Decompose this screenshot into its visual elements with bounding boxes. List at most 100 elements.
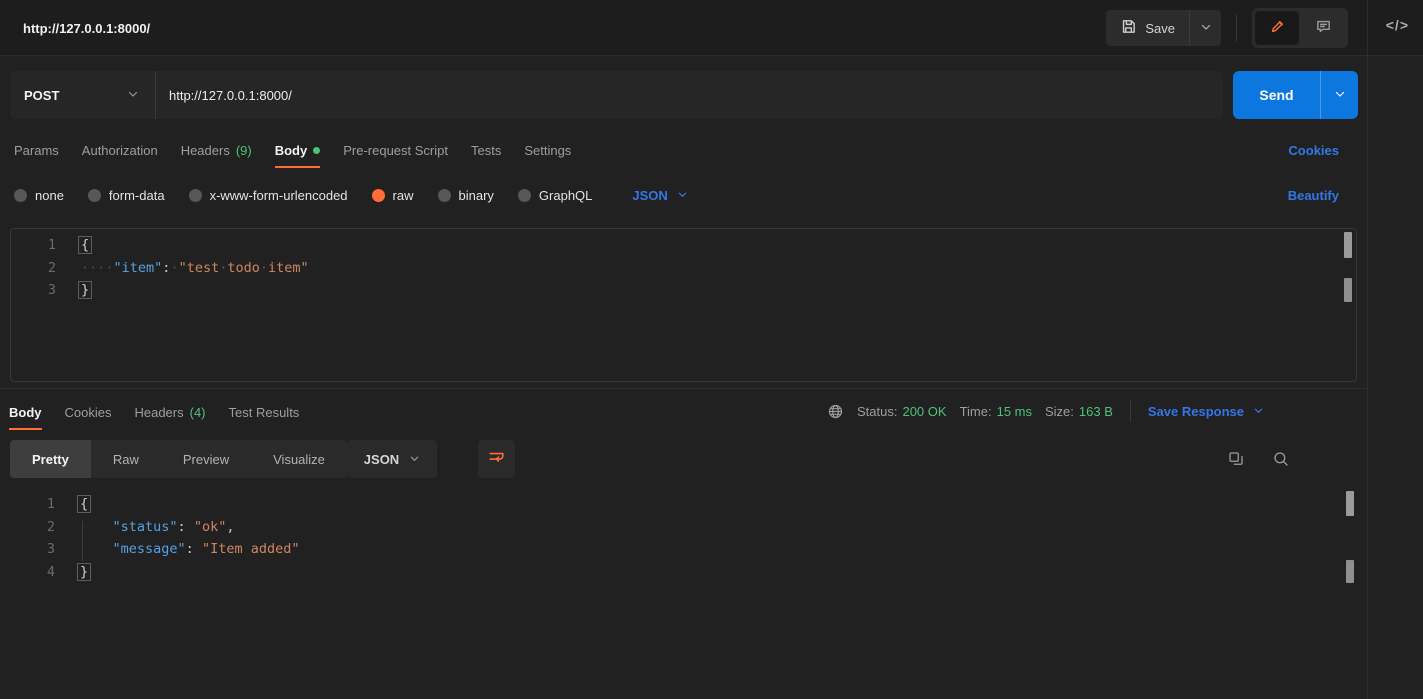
- chevron-down-icon: [677, 188, 688, 203]
- code-line: 1{: [10, 493, 1357, 516]
- send-button[interactable]: Send: [1233, 71, 1320, 119]
- size-field: Size: 163 B: [1045, 403, 1113, 419]
- response-tab-headers[interactable]: Headers (4): [134, 391, 205, 433]
- tab-body[interactable]: Body: [274, 129, 321, 171]
- response-toolbar: Pretty Raw Preview Visualize JSON: [0, 440, 1368, 478]
- mode-raw[interactable]: raw: [371, 188, 414, 203]
- chevron-down-icon: [1253, 404, 1264, 419]
- mode-none[interactable]: none: [14, 188, 64, 203]
- body-modified-dot: [313, 146, 321, 154]
- response-header: Body Cookies Headers (4) Test Results Sta…: [0, 391, 1368, 431]
- url-input[interactable]: http://127.0.0.1:8000/: [156, 88, 1223, 103]
- status-value: 200 OK: [902, 403, 947, 419]
- tab-pre-request-script[interactable]: Pre-request Script: [343, 129, 448, 171]
- time-field: Time: 15 ms: [959, 403, 1032, 419]
- tab-authorization[interactable]: Authorization: [82, 129, 158, 171]
- response-status-bar: Status: 200 OK Time: 15 ms Size: 163 B Save…: [827, 391, 1264, 431]
- pencil-icon: [1269, 18, 1286, 38]
- view-preview[interactable]: Preview: [161, 440, 251, 478]
- editor-scrollbar-marker: [1344, 278, 1352, 302]
- code-line: 1{: [11, 234, 1356, 257]
- chevron-down-icon: [409, 452, 420, 467]
- request-title: http://127.0.0.1:8000/: [23, 20, 151, 36]
- view-raw[interactable]: Raw: [91, 440, 161, 478]
- raw-language-selector[interactable]: JSON: [632, 188, 687, 203]
- save-icon: [1120, 18, 1137, 38]
- response-tabs: Body Cookies Headers (4) Test Results: [9, 391, 299, 431]
- send-options-button[interactable]: [1320, 71, 1358, 119]
- line-number: 4: [46, 564, 55, 581]
- editor-scrollbar-marker: [1346, 560, 1354, 583]
- tab-tests[interactable]: Tests: [471, 129, 501, 171]
- save-button[interactable]: Save: [1106, 10, 1189, 46]
- response-actions: [1227, 440, 1290, 478]
- comments-button[interactable]: [1301, 11, 1345, 45]
- view-pretty[interactable]: Pretty: [10, 440, 91, 478]
- request-tabs: Params Authorization Headers (9) Body Pre…: [0, 129, 1368, 171]
- response-body-editor[interactable]: 1{2 "status": "ok", 3 "message": "Item ad…: [10, 490, 1357, 695]
- editor-scrollbar-thumb[interactable]: [1346, 491, 1354, 516]
- globe-icon[interactable]: [827, 403, 844, 420]
- save-response-button[interactable]: Save Response: [1148, 404, 1264, 419]
- tab-headers[interactable]: Headers (9): [181, 129, 252, 171]
- save-button-group: Save: [1106, 10, 1221, 46]
- code-line: 3 "message": "Item added": [10, 538, 1357, 561]
- size-value: 163 B: [1078, 403, 1113, 419]
- time-value: 15 ms: [996, 403, 1032, 419]
- line-number: 1: [46, 496, 55, 513]
- response-language-selector[interactable]: JSON: [347, 440, 437, 478]
- radio-icon: [437, 188, 451, 202]
- comment-icon: [1315, 18, 1332, 38]
- response-tab-cookies[interactable]: Cookies: [65, 391, 112, 433]
- response-tab-body[interactable]: Body: [9, 391, 42, 433]
- mode-binary[interactable]: binary: [437, 188, 494, 203]
- code-line: 2 "status": "ok",: [10, 516, 1357, 539]
- wrap-lines-icon: [487, 448, 506, 470]
- method-selector[interactable]: POST: [10, 88, 155, 103]
- view-visualize[interactable]: Visualize: [251, 440, 347, 478]
- send-button-group: Send: [1233, 71, 1358, 119]
- request-response-divider: [0, 388, 1368, 389]
- mode-graphql[interactable]: GraphQL: [517, 188, 592, 203]
- response-view-switcher: Pretty Raw Preview Visualize: [10, 440, 347, 478]
- chevron-down-icon: [1334, 88, 1346, 103]
- editor-scrollbar-thumb[interactable]: [1344, 232, 1352, 258]
- search-icon[interactable]: [1272, 450, 1290, 468]
- cookies-link[interactable]: Cookies: [1288, 129, 1339, 171]
- chevron-down-icon: [1200, 21, 1212, 36]
- edit-comment-toggle: [1252, 8, 1348, 48]
- mode-x-www-form-urlencoded[interactable]: x-www-form-urlencoded: [188, 188, 348, 203]
- request-header-bar: http://127.0.0.1:8000/ Save: [0, 0, 1423, 56]
- body-mode-row: none form-data x-www-form-urlencoded raw…: [0, 173, 1368, 217]
- save-options-button[interactable]: [1189, 10, 1221, 46]
- response-tab-test-results[interactable]: Test Results: [229, 391, 300, 433]
- code-line: 3}: [11, 279, 1356, 302]
- copy-icon[interactable]: [1227, 450, 1245, 468]
- radio-icon: [87, 188, 101, 202]
- line-number: 2: [47, 259, 56, 276]
- code-snippet-icon[interactable]: </>: [1386, 17, 1409, 33]
- mode-form-data[interactable]: form-data: [87, 188, 165, 203]
- indent-guide: [82, 521, 83, 561]
- tab-params[interactable]: Params: [14, 129, 59, 171]
- request-body-editor[interactable]: 1{2 ····"item":·"test·todo·item" 3}: [10, 228, 1357, 382]
- line-number: 2: [46, 518, 55, 535]
- edit-mode-button[interactable]: [1255, 11, 1299, 45]
- tab-settings[interactable]: Settings: [524, 129, 571, 171]
- wrap-lines-button[interactable]: [478, 440, 515, 478]
- header-actions: Save: [1106, 0, 1348, 56]
- radio-icon: [517, 188, 531, 202]
- line-number: 1: [47, 237, 56, 254]
- beautify-link[interactable]: Beautify: [1288, 173, 1339, 217]
- status-bar-divider: [1129, 400, 1131, 422]
- response-headers-count-badge: (4): [189, 404, 206, 420]
- save-button-label: Save: [1145, 20, 1175, 36]
- header-divider: [1236, 15, 1237, 41]
- radio-selected-icon: [371, 188, 385, 202]
- radio-icon: [188, 188, 202, 202]
- radio-icon: [14, 188, 27, 202]
- method-label: POST: [24, 87, 60, 103]
- code-line: 4}: [10, 561, 1357, 584]
- right-rail-divider: [1367, 0, 1368, 699]
- chevron-down-icon: [127, 88, 139, 103]
